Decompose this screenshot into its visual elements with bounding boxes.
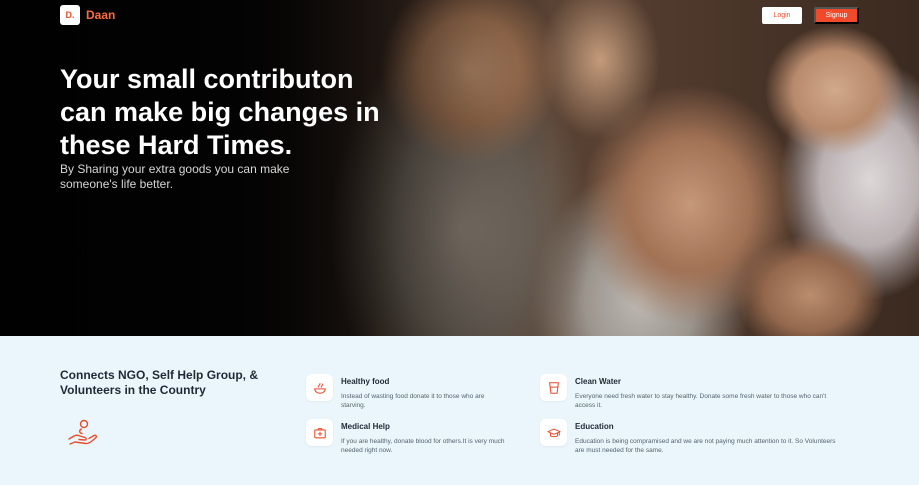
feature-clean-water: Clean Water Everyone need fresh water to… xyxy=(540,374,843,410)
feature-title: Medical Help xyxy=(341,422,390,431)
brand-name: Daan xyxy=(86,8,116,22)
water-glass-icon xyxy=(540,374,567,401)
feature-healthy-food: Healthy food Instead of wasting food don… xyxy=(306,374,506,410)
brand-logo[interactable]: D. Daan xyxy=(60,5,115,25)
feature-medical-help: Medical Help If you are healthy, donate … xyxy=(306,419,506,455)
features-section: Connects NGO, Self Help Group, & Volunte… xyxy=(0,336,919,485)
donate-hand-icon xyxy=(68,419,98,445)
feature-title: Clean Water xyxy=(575,377,621,386)
auth-buttons: Login Signup xyxy=(762,7,859,24)
feature-description: Instead of wasting food donate it to tho… xyxy=(341,393,485,409)
feature-title: Healthy food xyxy=(341,377,390,386)
hero-section: D. Daan Login Signup Your small contribu… xyxy=(0,0,919,336)
hero-title: Your small contributon can make big chan… xyxy=(60,64,380,160)
features-heading: Connects NGO, Self Help Group, & Volunte… xyxy=(60,368,259,397)
logo-mark: D. xyxy=(60,5,80,25)
medical-kit-icon xyxy=(306,419,333,446)
signup-button[interactable]: Signup xyxy=(814,7,859,24)
feature-title: Education xyxy=(575,422,614,431)
feature-description: Education is being compramised and we ar… xyxy=(575,438,836,454)
feature-education: Education Education is being compramised… xyxy=(540,419,843,455)
login-button[interactable]: Login xyxy=(762,7,802,24)
feature-description: Everyone need fresh water to stay health… xyxy=(575,393,827,409)
graduation-cap-icon xyxy=(540,419,567,446)
hero-subtitle: By Sharing your extra goods you can make… xyxy=(60,162,290,191)
feature-description: If you are healthy, donate blood for oth… xyxy=(341,438,505,454)
food-bowl-icon xyxy=(306,374,333,401)
